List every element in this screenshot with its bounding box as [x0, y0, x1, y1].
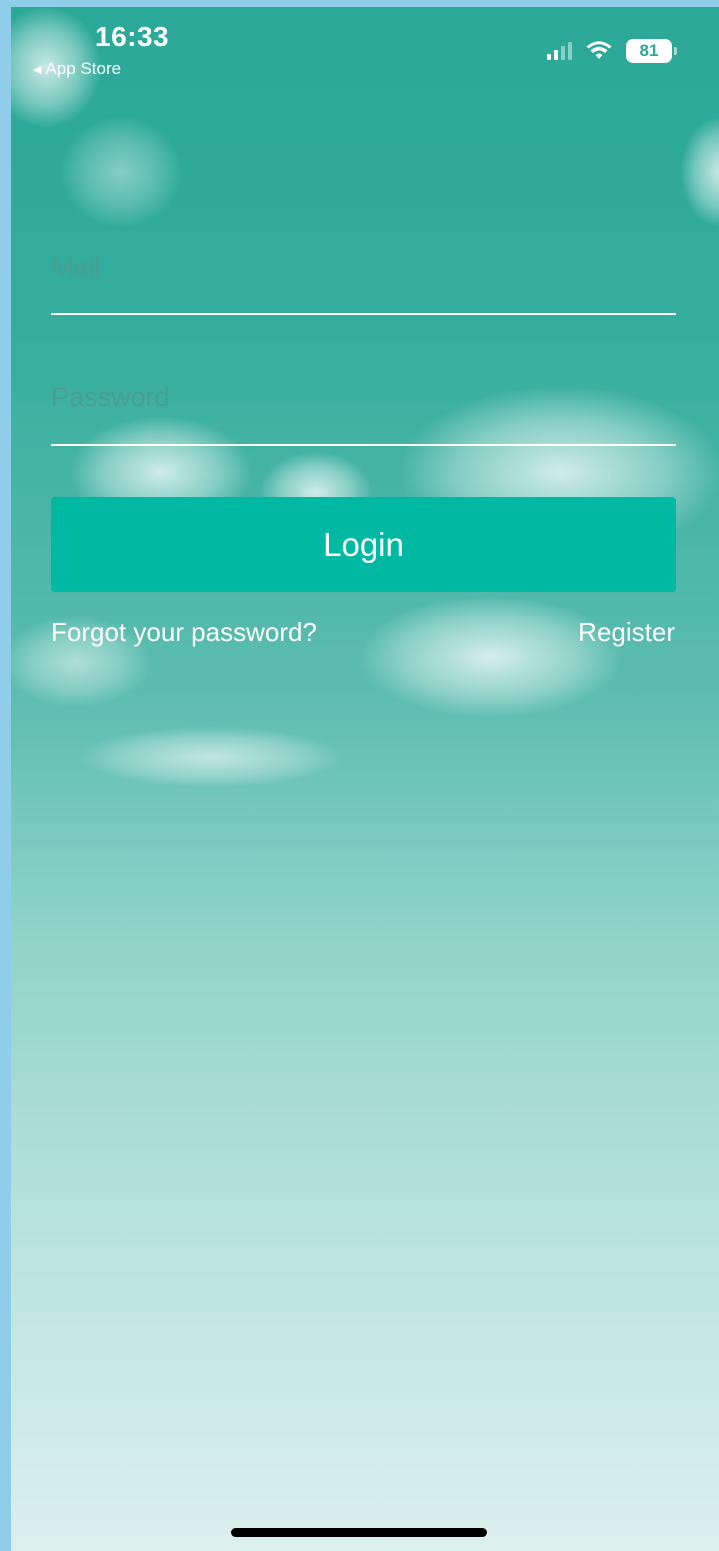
- back-to-app-store[interactable]: ◀ App Store: [33, 59, 121, 79]
- back-label: App Store: [45, 59, 122, 78]
- battery-icon: 81: [626, 39, 677, 63]
- mail-input[interactable]: [51, 247, 676, 287]
- status-time: 16:33: [95, 21, 170, 52]
- wifi-icon: [586, 41, 612, 59]
- cloud-decoration: [361, 597, 621, 717]
- app-screen: 16:33 ◀ App Store 81 Mail Login Forgot y…: [11, 7, 719, 1551]
- register-link[interactable]: Register: [578, 617, 675, 648]
- cloud-decoration: [61, 117, 181, 227]
- forgot-password-link[interactable]: Forgot your password?: [51, 617, 317, 648]
- home-indicator[interactable]: [231, 1528, 487, 1537]
- cellular-signal-icon: [547, 42, 572, 60]
- cloud-decoration: [81, 727, 341, 787]
- back-arrow-icon: ◀: [33, 63, 42, 76]
- password-field-container: [51, 377, 676, 446]
- login-button[interactable]: Login: [51, 497, 676, 592]
- device-frame: 16:33 ◀ App Store 81 Mail Login Forgot y…: [0, 0, 719, 1551]
- status-indicators: 81: [547, 39, 677, 63]
- battery-level: 81: [626, 39, 672, 63]
- mail-field-container: [51, 247, 676, 315]
- password-input[interactable]: [51, 377, 676, 417]
- cloud-decoration: [681, 117, 719, 227]
